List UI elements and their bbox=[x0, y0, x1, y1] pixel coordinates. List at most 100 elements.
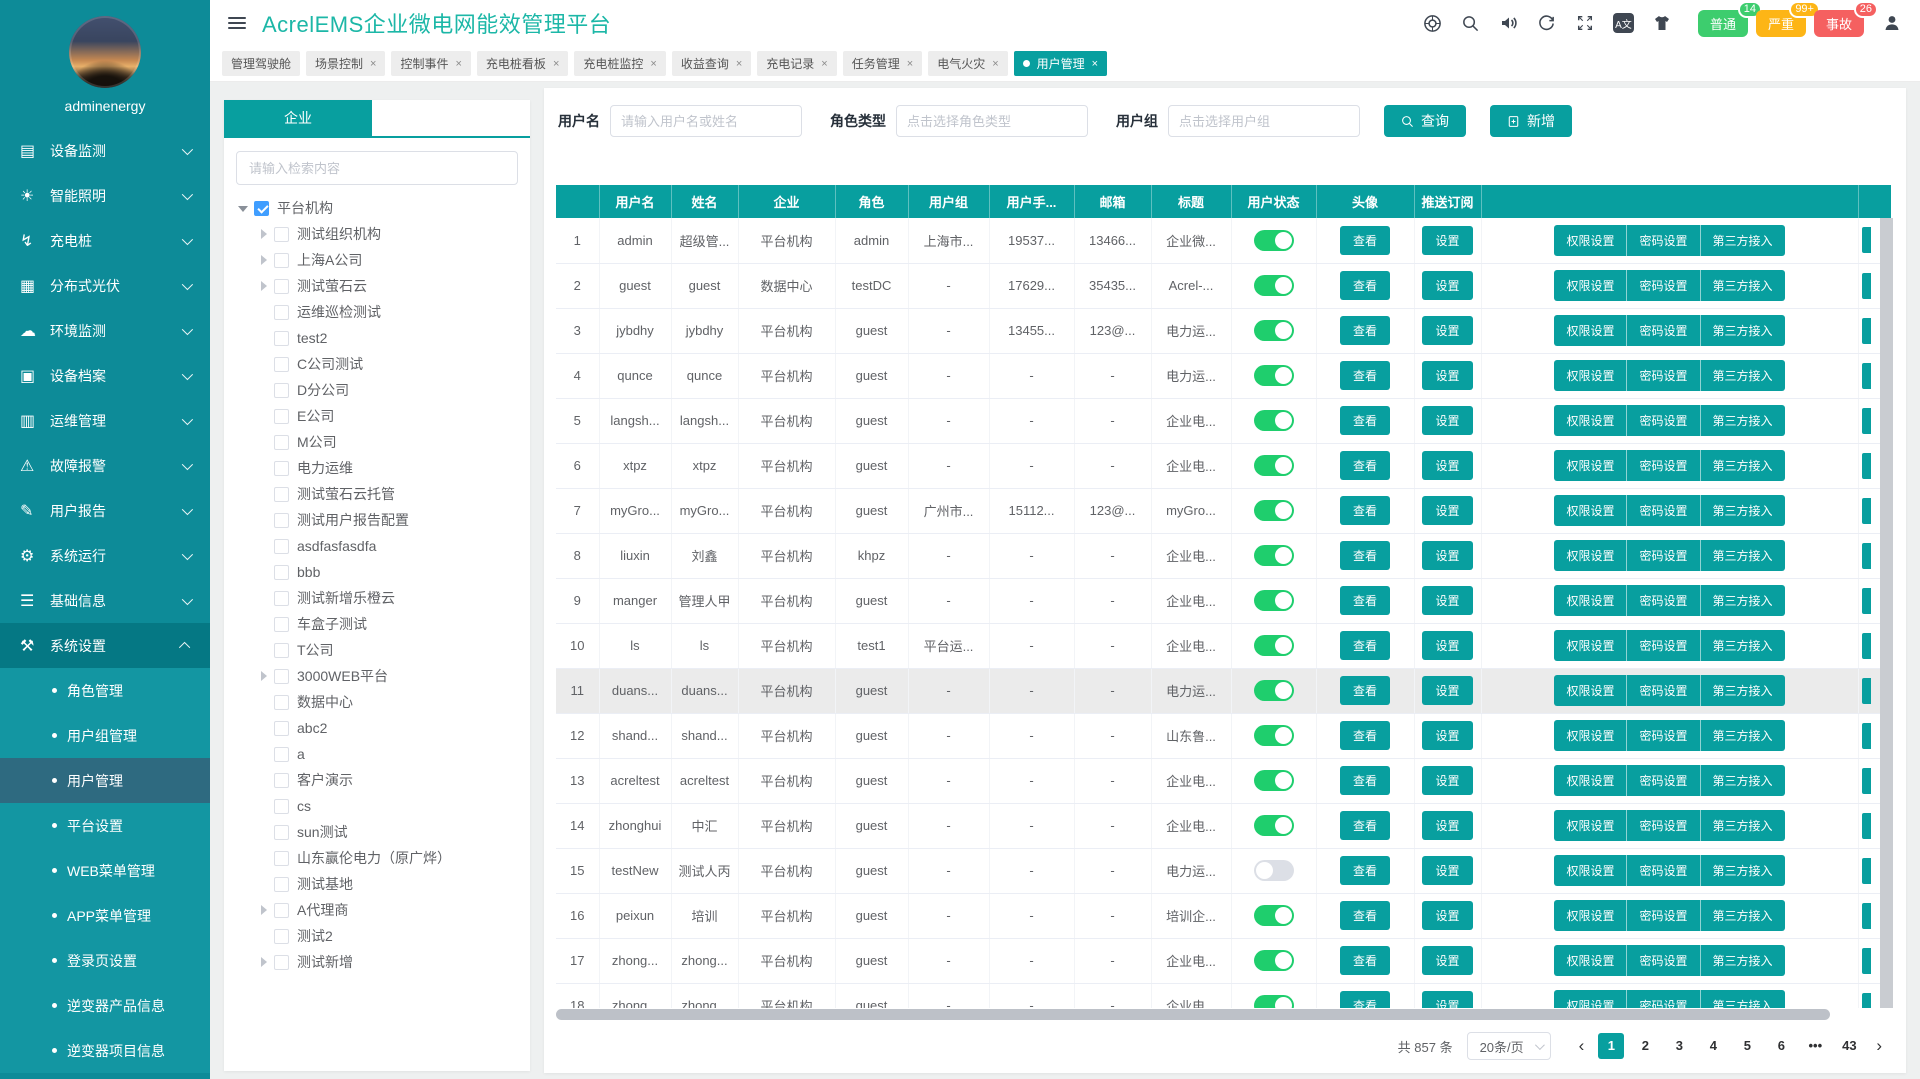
tree-node-客户演示[interactable]: 客户演示 bbox=[256, 767, 530, 793]
action-button-第三方接入[interactable]: 第三方接入 bbox=[1701, 585, 1785, 616]
lifebuoy-icon[interactable] bbox=[1423, 13, 1443, 33]
tree-node-测试2[interactable]: 测试2 bbox=[256, 923, 530, 949]
tree-node-测试新增[interactable]: 测试新增 bbox=[256, 949, 530, 975]
table-row[interactable]: 6 xtpz xtpz 平台机构 guest - - - 企业电... 查看 设… bbox=[556, 443, 1891, 488]
tab-充电桩监控[interactable]: 充电桩监控 × bbox=[574, 51, 665, 76]
user-status-toggle[interactable] bbox=[1254, 365, 1294, 386]
page-button-5[interactable]: 5 bbox=[1734, 1033, 1760, 1059]
push-settings-button[interactable]: 设置 bbox=[1422, 721, 1472, 750]
action-button-权限设置[interactable]: 权限设置 bbox=[1554, 810, 1627, 841]
push-settings-button[interactable]: 设置 bbox=[1422, 361, 1472, 390]
tree-checkbox[interactable] bbox=[274, 227, 289, 242]
sidebar-item-system-settings[interactable]: ⚒ 系统设置 bbox=[0, 623, 210, 668]
page-button-3[interactable]: 3 bbox=[1666, 1033, 1692, 1059]
view-avatar-button[interactable]: 查看 bbox=[1340, 946, 1390, 975]
sidebar-item-distributed-pv[interactable]: ▦ 分布式光伏 bbox=[0, 263, 210, 308]
action-button-权限设置[interactable]: 权限设置 bbox=[1554, 720, 1627, 751]
action-button-第三方接入[interactable]: 第三方接入 bbox=[1701, 360, 1785, 391]
tree-checkbox[interactable] bbox=[274, 565, 289, 580]
alarm-pill-普通[interactable]: 普通14 bbox=[1698, 10, 1748, 37]
action-button-密码设置[interactable]: 密码设置 bbox=[1627, 720, 1700, 751]
sidebar-item-device-archive[interactable]: ▣ 设备档案 bbox=[0, 353, 210, 398]
alarm-pill-严重[interactable]: 严重99+ bbox=[1756, 10, 1806, 37]
user-status-toggle[interactable] bbox=[1254, 410, 1294, 431]
user-status-toggle[interactable] bbox=[1254, 455, 1294, 476]
user-status-toggle[interactable] bbox=[1254, 815, 1294, 836]
username-filter-input[interactable] bbox=[610, 105, 802, 137]
push-settings-button[interactable]: 设置 bbox=[1422, 811, 1472, 840]
view-avatar-button[interactable]: 查看 bbox=[1340, 226, 1390, 255]
tree-node-车盒子测试[interactable]: 车盒子测试 bbox=[256, 611, 530, 637]
sidebar-item-charging-pile[interactable]: ↯ 充电桩 bbox=[0, 218, 210, 263]
submenu-item-平台设置[interactable]: 平台设置 bbox=[0, 803, 210, 848]
action-button-权限设置[interactable]: 权限设置 bbox=[1554, 855, 1627, 886]
vertical-scrollbar[interactable] bbox=[1880, 218, 1893, 1008]
volume-icon[interactable] bbox=[1499, 13, 1519, 33]
action-button-密码设置[interactable]: 密码设置 bbox=[1627, 630, 1700, 661]
action-button-第三方接入[interactable]: 第三方接入 bbox=[1701, 765, 1785, 796]
action-button-第三方接入[interactable]: 第三方接入 bbox=[1701, 810, 1785, 841]
user-status-toggle[interactable] bbox=[1254, 500, 1294, 521]
table-row[interactable]: 1 admin 超级管... 平台机构 admin 上海市... 19537..… bbox=[556, 218, 1891, 263]
tree-checkbox[interactable] bbox=[274, 695, 289, 710]
push-settings-button[interactable]: 设置 bbox=[1422, 901, 1472, 930]
close-icon[interactable]: × bbox=[907, 58, 913, 70]
tab-enterprise[interactable]: 企业 bbox=[224, 100, 372, 136]
action-button-密码设置[interactable]: 密码设置 bbox=[1627, 765, 1700, 796]
tree-checkbox[interactable] bbox=[274, 643, 289, 658]
tab-电气火灾[interactable]: 电气火灾 × bbox=[928, 51, 1007, 76]
sidebar-item-device-monitor[interactable]: ▤ 设备监测 bbox=[0, 128, 210, 173]
next-page-button[interactable]: › bbox=[1868, 1036, 1890, 1056]
user-status-toggle[interactable] bbox=[1254, 860, 1294, 881]
caret-down-icon[interactable] bbox=[236, 200, 252, 216]
tree-node-测试新增乐橙云[interactable]: 测试新增乐橙云 bbox=[256, 585, 530, 611]
action-button-第三方接入[interactable]: 第三方接入 bbox=[1701, 540, 1785, 571]
action-button-密码设置[interactable]: 密码设置 bbox=[1627, 855, 1700, 886]
action-button-第三方接入[interactable]: 第三方接入 bbox=[1701, 270, 1785, 301]
tab-管理驾驶舱[interactable]: 管理驾驶舱 bbox=[222, 51, 300, 76]
close-icon[interactable]: × bbox=[992, 58, 998, 70]
action-button-第三方接入[interactable]: 第三方接入 bbox=[1701, 900, 1785, 931]
submenu-item-逆变器产品信息[interactable]: 逆变器产品信息 bbox=[0, 983, 210, 1028]
view-avatar-button[interactable]: 查看 bbox=[1340, 631, 1390, 660]
view-avatar-button[interactable]: 查看 bbox=[1340, 451, 1390, 480]
action-button-密码设置[interactable]: 密码设置 bbox=[1627, 675, 1700, 706]
tree-node-M公司[interactable]: M公司 bbox=[256, 429, 530, 455]
action-button-密码设置[interactable]: 密码设置 bbox=[1627, 585, 1700, 616]
table-row[interactable]: 3 jybdhy jybdhy 平台机构 guest - 13455... 12… bbox=[556, 308, 1891, 353]
tree-node-C公司测试[interactable]: C公司测试 bbox=[256, 351, 530, 377]
tree-node-测试用户报告配置[interactable]: 测试用户报告配置 bbox=[256, 507, 530, 533]
view-avatar-button[interactable]: 查看 bbox=[1340, 676, 1390, 705]
table-row[interactable]: 13 acreltest acreltest 平台机构 guest - - - … bbox=[556, 758, 1891, 803]
view-avatar-button[interactable]: 查看 bbox=[1340, 406, 1390, 435]
table-row[interactable]: 11 duans... duans... 平台机构 guest - - - 电力… bbox=[556, 668, 1891, 713]
tree-node-数据中心[interactable]: 数据中心 bbox=[256, 689, 530, 715]
push-settings-button[interactable]: 设置 bbox=[1422, 496, 1472, 525]
action-button-权限设置[interactable]: 权限设置 bbox=[1554, 315, 1627, 346]
caret-right-icon[interactable] bbox=[256, 668, 272, 684]
push-settings-button[interactable]: 设置 bbox=[1422, 451, 1472, 480]
action-button-权限设置[interactable]: 权限设置 bbox=[1554, 225, 1627, 256]
user-status-toggle[interactable] bbox=[1254, 230, 1294, 251]
table-row[interactable]: 14 zhonghui 中汇 平台机构 guest - - - 企业电... 查… bbox=[556, 803, 1891, 848]
user-status-toggle[interactable] bbox=[1254, 275, 1294, 296]
tree-checkbox[interactable] bbox=[254, 201, 269, 216]
action-button-第三方接入[interactable]: 第三方接入 bbox=[1701, 990, 1785, 1008]
action-button-权限设置[interactable]: 权限设置 bbox=[1554, 990, 1627, 1008]
submenu-item-WEB菜单管理[interactable]: WEB菜单管理 bbox=[0, 848, 210, 893]
action-button-密码设置[interactable]: 密码设置 bbox=[1627, 990, 1700, 1008]
view-avatar-button[interactable]: 查看 bbox=[1340, 271, 1390, 300]
tree-node-a[interactable]: a bbox=[256, 741, 530, 767]
table-row[interactable]: 4 qunce qunce 平台机构 guest - - - 电力运... 查看… bbox=[556, 353, 1891, 398]
sidebar-item-env-monitor[interactable]: ☁ 环境监测 bbox=[0, 308, 210, 353]
tree-checkbox[interactable] bbox=[274, 357, 289, 372]
tree-checkbox[interactable] bbox=[274, 513, 289, 528]
table-row[interactable]: 8 liuxin 刘鑫 平台机构 khpz - - - 企业电... 查看 设置… bbox=[556, 533, 1891, 578]
push-settings-button[interactable]: 设置 bbox=[1422, 856, 1472, 885]
tree-node-运维巡检测试[interactable]: 运维巡检测试 bbox=[256, 299, 530, 325]
tree-node-山东赢伦电力（原广烨）[interactable]: 山东赢伦电力（原广烨） bbox=[256, 845, 530, 871]
tree-node-测试萤石云[interactable]: 测试萤石云 bbox=[256, 273, 530, 299]
push-settings-button[interactable]: 设置 bbox=[1422, 946, 1472, 975]
action-button-权限设置[interactable]: 权限设置 bbox=[1554, 900, 1627, 931]
tab-场景控制[interactable]: 场景控制 × bbox=[306, 51, 385, 76]
